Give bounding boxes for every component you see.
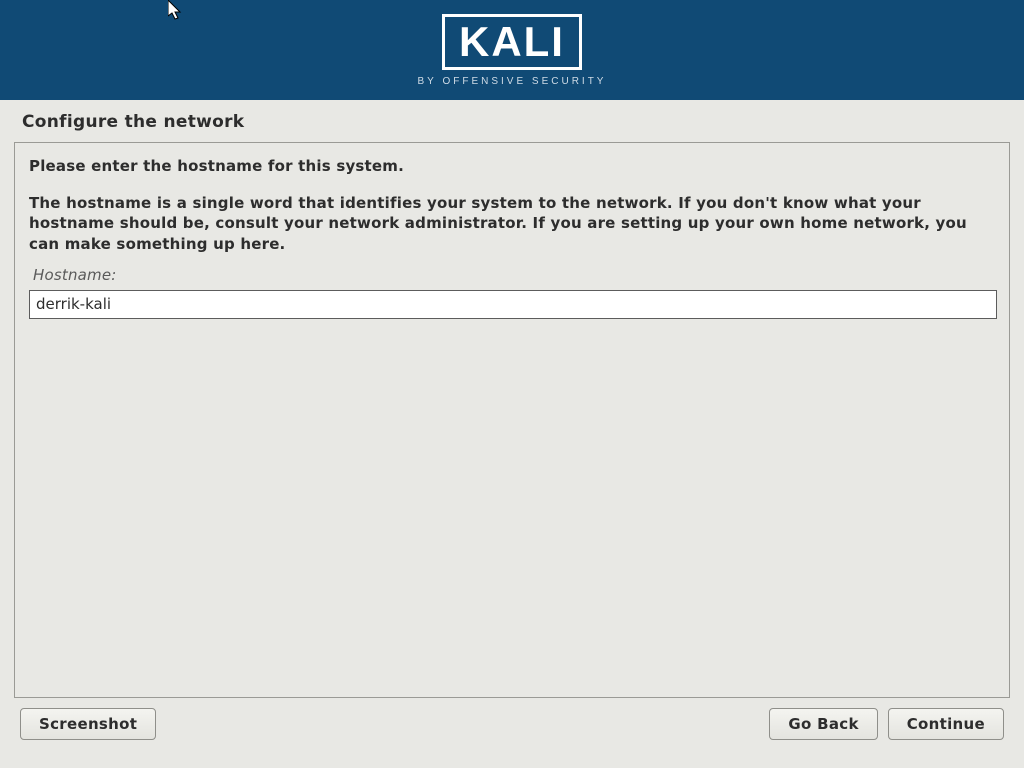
kali-logo-box: KALI [442, 14, 582, 70]
content-frame: Please enter the hostname for this syste… [14, 142, 1010, 698]
cursor-icon [168, 0, 186, 22]
continue-button[interactable]: Continue [888, 708, 1004, 740]
hostname-description: The hostname is a single word that ident… [29, 193, 995, 254]
kali-logo-subtitle: BY OFFENSIVE SECURITY [418, 76, 607, 87]
kali-logo: KALI BY OFFENSIVE SECURITY [418, 14, 607, 87]
hostname-prompt: Please enter the hostname for this syste… [29, 157, 995, 175]
button-bar: Screenshot Go Back Continue [0, 708, 1024, 768]
hostname-label: Hostname: [29, 264, 995, 290]
go-back-button[interactable]: Go Back [769, 708, 877, 740]
page-title: Configure the network [0, 100, 1024, 142]
screenshot-button[interactable]: Screenshot [20, 708, 156, 740]
installer-banner: KALI BY OFFENSIVE SECURITY [0, 0, 1024, 100]
kali-logo-text: KALI [459, 18, 565, 65]
hostname-input[interactable] [29, 290, 997, 319]
